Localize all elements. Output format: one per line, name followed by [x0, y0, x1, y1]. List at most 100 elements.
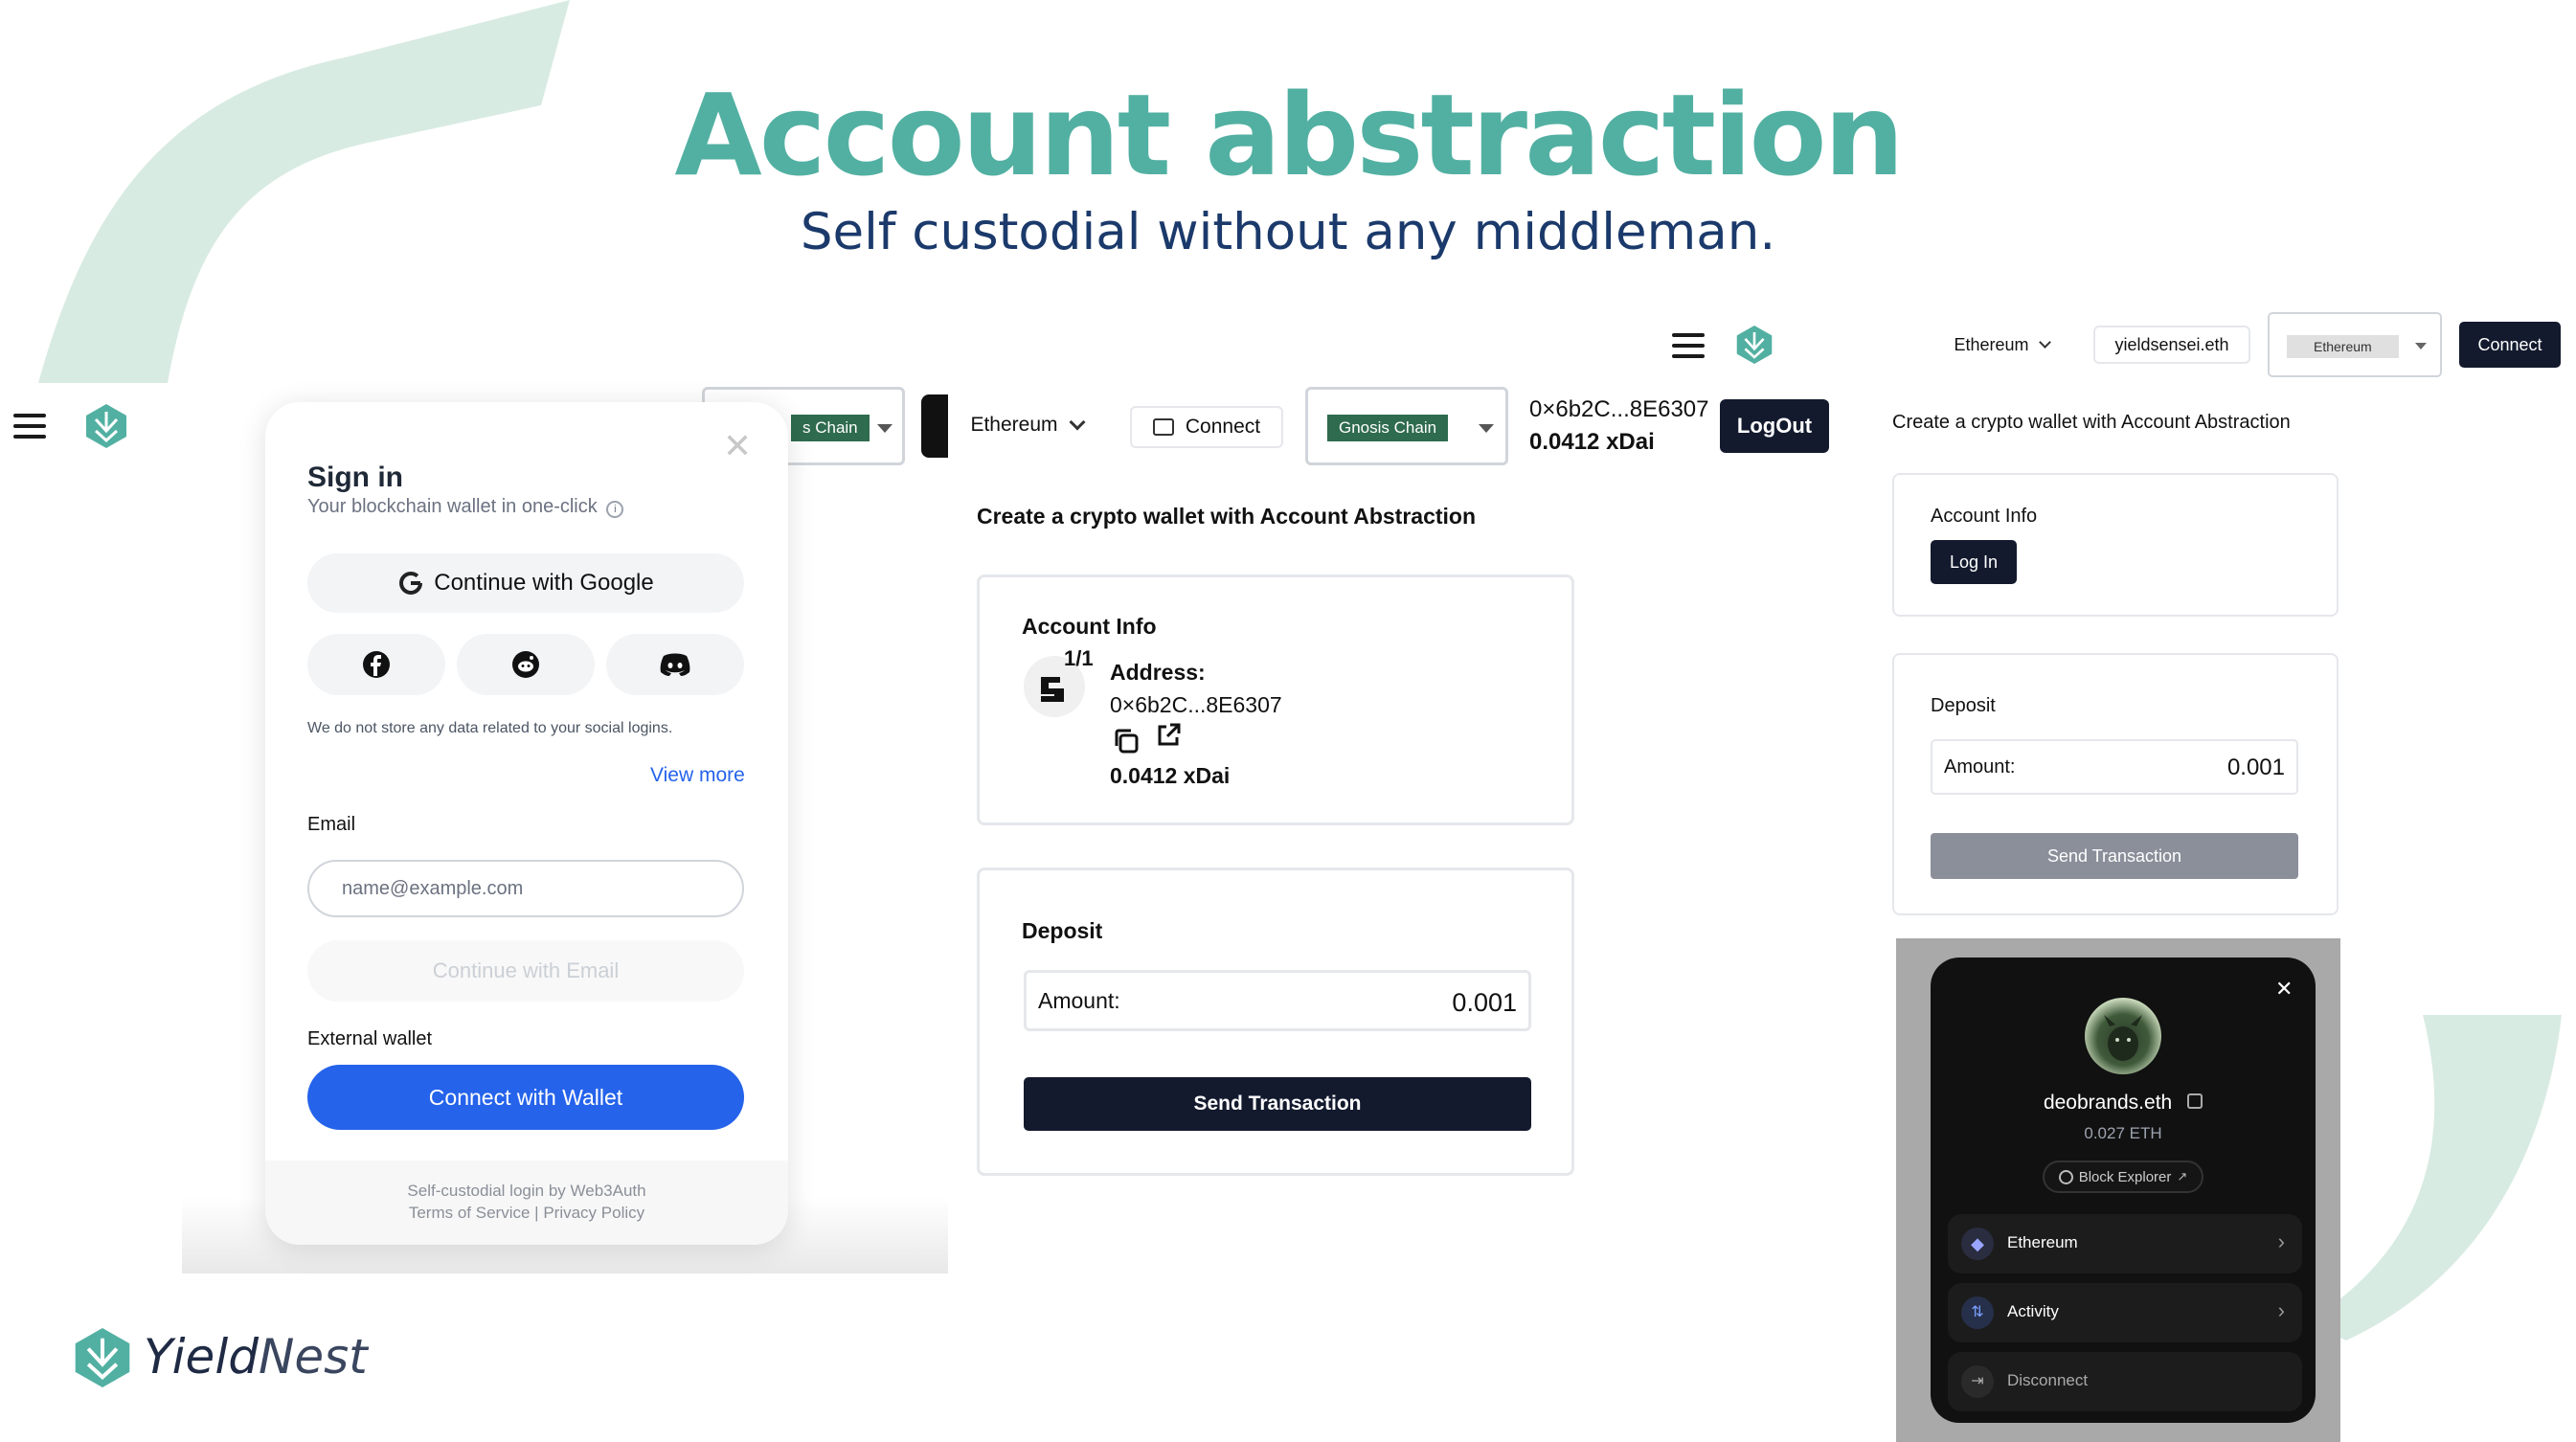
explorer-icon: [2058, 1169, 2073, 1184]
chain-select-partial-label: s Chain: [791, 415, 870, 441]
deposit-card: Deposit Amount: 0.001 Send Transaction: [977, 867, 1574, 1176]
signin-subtitle-text: Your blockchain wallet in one-click: [307, 496, 598, 517]
chevron-right-icon: ›: [2277, 1298, 2285, 1322]
activity-icon: ⇅: [1961, 1296, 1994, 1329]
connect-wallet-label: Connect with Wallet: [428, 1084, 623, 1110]
wallet-icon: [1152, 418, 1174, 436]
footer-links: Terms of Service | Privacy Policy: [265, 1204, 788, 1223]
signin-title: Sign in: [307, 462, 403, 493]
chevron-down-icon: [1069, 414, 1086, 431]
email-label: Email: [307, 814, 356, 835]
connect-label: Connect: [1185, 416, 1261, 438]
amount-field[interactable]: Amount: 0.001: [1024, 970, 1531, 1031]
chain-select-label: Gnosis Chain: [1327, 415, 1449, 441]
logout-button[interactable]: LogOut: [1720, 399, 1829, 453]
block-explorer-button[interactable]: Block Explorer ↗: [2043, 1160, 2203, 1193]
logo-icon: [86, 404, 126, 448]
email-field[interactable]: name@example.com: [307, 860, 744, 917]
send-transaction-label: Send Transaction: [2046, 845, 2182, 866]
deposit-title: Deposit: [1022, 918, 1103, 943]
chevron-down-icon: [2038, 336, 2051, 349]
network-select-label: Ethereum: [970, 414, 1058, 436]
account-info-title: Account Info: [1022, 614, 1157, 639]
external-wallet-label: External wallet: [307, 1028, 433, 1049]
avatar-badge: 1/1: [1064, 646, 1094, 670]
header-address: 0×6b2C...8E6307: [1529, 396, 1709, 422]
amount-value: 0.001: [1452, 988, 1517, 1017]
right-heading: Create a crypto wallet with Account Abst…: [1892, 412, 2291, 433]
caret-down-icon: [1479, 424, 1494, 433]
slide-title: Account abstraction: [674, 69, 1904, 201]
close-icon[interactable]: ✕: [2275, 979, 2293, 1000]
chevron-right-icon: ›: [2277, 1229, 2285, 1253]
wallet-item-label: Activity: [2007, 1302, 2059, 1320]
privacy-link[interactable]: Privacy Policy: [543, 1204, 644, 1222]
avatar-creature-icon: [2104, 1015, 2142, 1061]
connect-wallet-button[interactable]: Connect with Wallet: [307, 1065, 744, 1130]
view-more-link[interactable]: View more: [650, 764, 745, 787]
social-note: We do not store any data related to your…: [307, 720, 673, 736]
chain-select-right-label: Ethereum: [2287, 335, 2399, 358]
continue-google-button[interactable]: Continue with Google: [307, 553, 744, 613]
close-icon[interactable]: ✕: [723, 429, 752, 463]
copy-icon[interactable]: [2187, 1093, 2203, 1109]
chain-select-gnosis[interactable]: Gnosis Chain: [1305, 387, 1508, 465]
decorative-swoosh-left: [38, 0, 570, 383]
amount-field[interactable]: Amount: 0.001: [1931, 739, 2298, 795]
deposit-card-right: Deposit Amount: 0.001 Send Transaction: [1892, 653, 2339, 915]
yieldnest-logo-icon: [75, 1328, 130, 1387]
network-select-ethereum[interactable]: Ethereum: [960, 396, 1094, 454]
continue-google-label: Continue with Google: [434, 570, 654, 596]
menu-icon[interactable]: [13, 414, 46, 439]
menu-icon[interactable]: [1672, 333, 1705, 358]
chain-select-right[interactable]: Ethereum: [2268, 312, 2442, 377]
address-label: Address:: [1110, 660, 1206, 685]
terms-link[interactable]: Terms of Service: [409, 1204, 531, 1222]
logo-icon: [1736, 326, 1773, 364]
facebook-icon: [363, 651, 390, 678]
wallet-ens: deobrands.eth: [1931, 1092, 2316, 1115]
amount-label: Amount:: [1944, 756, 2016, 777]
footer-powered-by: Self-custodial login by Web3Auth: [407, 1182, 646, 1200]
connect-button[interactable]: Connect: [1130, 406, 1283, 448]
wallet-item-label: Disconnect: [2007, 1371, 2089, 1389]
amount-value: 0.001: [2226, 755, 2285, 780]
copy-icon[interactable]: [1112, 727, 1141, 755]
header-balance: 0.0412 xDai: [1529, 429, 1655, 455]
block-explorer-label: Block Explorer: [2078, 1168, 2172, 1185]
connect-label: Connect: [2477, 334, 2542, 354]
continue-email-button[interactable]: Continue with Email: [307, 940, 744, 1002]
connect-button-right[interactable]: Connect: [2459, 322, 2561, 368]
network-select-ethereum-right[interactable]: Ethereum: [1942, 326, 2061, 364]
wallet-item-label: Ethereum: [2007, 1233, 2078, 1251]
deposit-title: Deposit: [1931, 695, 1996, 716]
wallet-item-activity[interactable]: ⇅ Activity ›: [1948, 1283, 2302, 1342]
network-select-label: Ethereum: [1954, 334, 2029, 354]
avatar: [2085, 998, 2161, 1074]
wallet-item-disconnect[interactable]: ⇥ Disconnect: [1948, 1352, 2302, 1411]
signin-subtitle: Your blockchain wallet in one-click i: [307, 496, 624, 518]
wallet-balance: 0.027 ETH: [2084, 1124, 2162, 1142]
reddit-icon: [512, 651, 539, 678]
account-info-card-right: Account Info Log In: [1892, 473, 2339, 617]
account-info-card: Account Info 1/1 Address: 0×6b2C...8E630…: [977, 575, 1574, 825]
send-transaction-button[interactable]: Send Transaction: [1931, 833, 2298, 879]
caret-down-icon: [2415, 343, 2427, 349]
ens-button[interactable]: yieldsensei.eth: [2093, 326, 2250, 364]
wallet-ens-label: deobrands.eth: [2043, 1092, 2173, 1114]
login-button[interactable]: Log In: [1931, 540, 2017, 584]
arrow-up-right-icon: ↗: [2177, 1169, 2188, 1183]
account-balance: 0.0412 xDai: [1110, 763, 1231, 788]
brand-wordmark: YieldNest: [144, 1329, 368, 1385]
wallet-item-ethereum[interactable]: ◆ Ethereum ›: [1948, 1214, 2302, 1273]
external-link-icon[interactable]: [1154, 721, 1183, 750]
facebook-button[interactable]: [307, 634, 445, 695]
continue-email-label: Continue with Email: [432, 958, 620, 982]
discord-button[interactable]: [606, 634, 744, 695]
send-transaction-button[interactable]: Send Transaction: [1024, 1077, 1531, 1131]
reddit-button[interactable]: [457, 634, 595, 695]
brand-wordmark-part1: Yield: [144, 1329, 259, 1385]
login-label: Log In: [1949, 552, 1999, 572]
amount-label: Amount:: [1038, 988, 1120, 1013]
ens-label: yieldsensei.eth: [2114, 334, 2229, 354]
